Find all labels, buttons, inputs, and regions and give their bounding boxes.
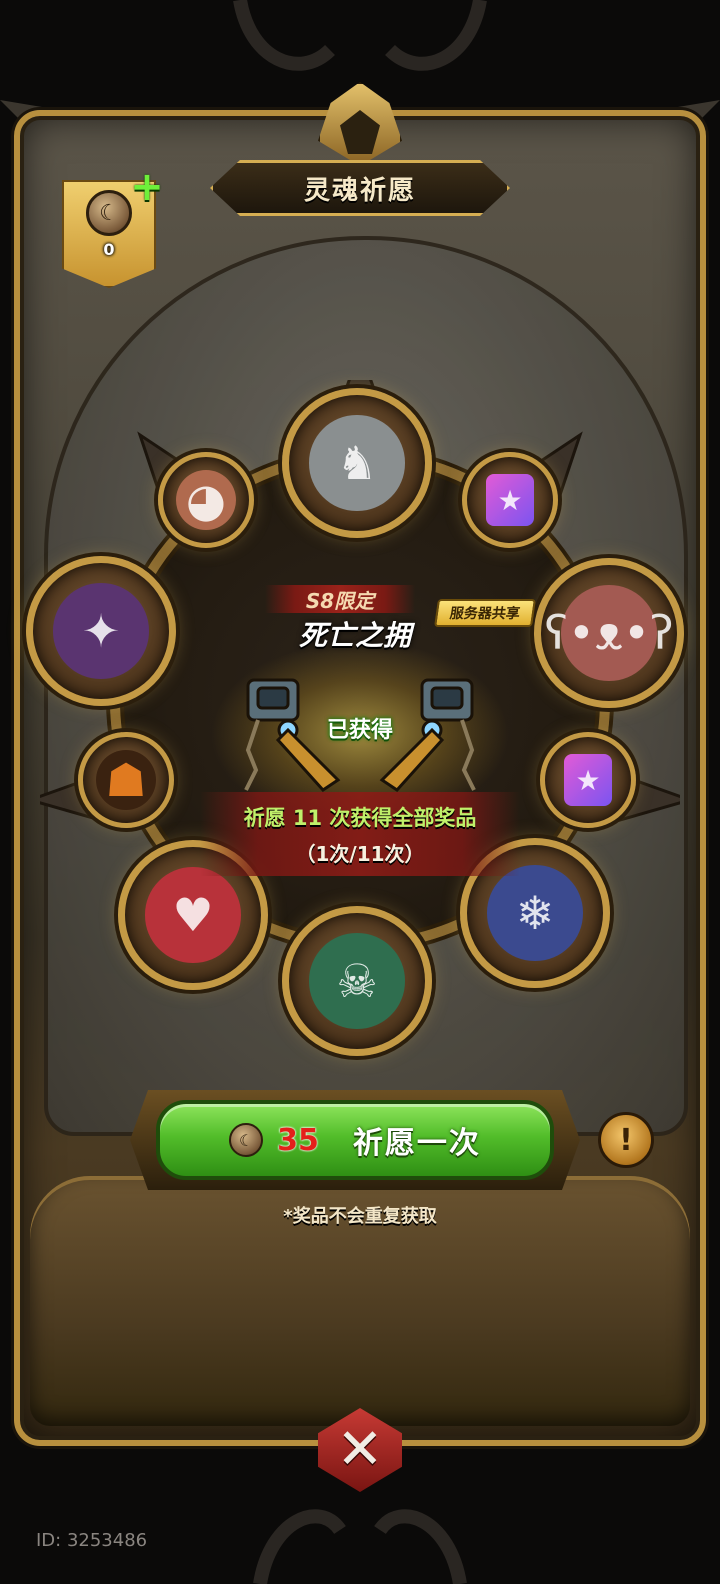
- page-title: 灵魂祈愿: [303, 175, 416, 206]
- reward-slot-horned-knight[interactable]: ♞: [282, 388, 432, 538]
- close-icon: ✕: [336, 1417, 384, 1482]
- no-duplicate-note: *奖品不会重复获取: [283, 1206, 437, 1227]
- horned-knight-avatar: ♞: [309, 415, 405, 511]
- player-id: ID: 3253486: [36, 1530, 148, 1551]
- limited-ribbon: S8限定: [265, 585, 415, 613]
- reward-slot-mushroom[interactable]: ◕: [158, 452, 254, 548]
- currency-count: 0: [103, 240, 115, 259]
- bear-avatar: ʕ•ᴥ•ʔ: [544, 585, 674, 681]
- server-shared-tag: 服务器共享: [434, 599, 536, 627]
- limited-label: S8限定: [305, 588, 375, 613]
- reward-slot-purple-witch[interactable]: ✦: [26, 556, 176, 706]
- soul-coin-icon: ☾: [229, 1123, 264, 1157]
- red-hair-girl-avatar: ♥: [145, 867, 241, 963]
- green-pirate-avatar: ☠: [309, 933, 405, 1029]
- ice-witch-avatar: ❄: [487, 865, 583, 961]
- pray-cost: 35: [277, 1122, 319, 1158]
- reward-slot-pumpkin-frame[interactable]: ☗: [78, 732, 174, 828]
- pray-info-text: 祈愿 11 次获得全部奖品: [243, 805, 477, 830]
- pray-info-box: 祈愿 11 次获得全部奖品 （1次/11次）: [200, 792, 520, 876]
- purple-witch-avatar: ✦: [53, 583, 149, 679]
- plus-icon[interactable]: +: [130, 167, 164, 207]
- soul-coin-icon: ☾: [86, 190, 132, 236]
- reward-slot-green-pirate[interactable]: ☠: [282, 906, 432, 1056]
- title-plaque: 灵魂祈愿: [210, 160, 510, 216]
- card-pack-icon: ★: [564, 754, 612, 806]
- card-pack-icon: ★: [486, 474, 534, 526]
- featured-item-name: 死亡之拥: [298, 619, 411, 652]
- pumpkin-frame-icon: ☗: [95, 749, 157, 811]
- info-icon[interactable]: !: [598, 1112, 654, 1168]
- reward-slot-card-pack-2[interactable]: ★: [540, 732, 636, 828]
- pray-progress-text: （1次/11次）: [295, 841, 425, 866]
- obtained-label: 已获得: [326, 718, 393, 743]
- mushroom-monster-icon: ◕: [175, 469, 237, 531]
- pray-once-button[interactable]: ☾ 35 祈愿一次: [156, 1100, 554, 1180]
- pray-button-label: 祈愿一次: [352, 1126, 481, 1161]
- reward-slot-bear[interactable]: ʕ•ᴥ•ʔ: [534, 558, 684, 708]
- reward-slot-card-pack-1[interactable]: ★: [462, 452, 558, 548]
